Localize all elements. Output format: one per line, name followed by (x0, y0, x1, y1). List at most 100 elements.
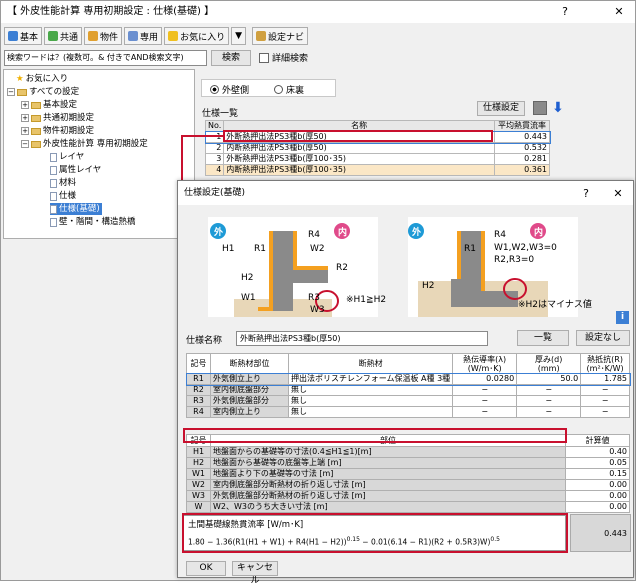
table-row[interactable]: R1 外気側立上り 押出法ポリスチレンフォーム保温板 A種 3種 0.0280 50.0… (185, 372, 631, 386)
table-row[interactable]: H2 地盤面から基礎等の底盤等上端 [m] 0.05 (186, 457, 630, 469)
tree-item-basic[interactable]: + 基本設定 (21, 99, 77, 111)
label-r1: R1 (254, 244, 266, 254)
tree-item-common[interactable]: + 共通初期設定 (21, 112, 94, 124)
cancel-button[interactable]: キャンセル (232, 561, 278, 586)
label-r-zero: R2,R3=0 (494, 255, 535, 265)
navi-icon (256, 31, 266, 41)
table-row[interactable]: W2 室内側底盤部分断熱材の折り返し寸法 [m] 0.00 (186, 479, 630, 491)
table-row[interactable]: W1 地盤面より下の基礎等の寸法 [m] 0.15 (186, 468, 630, 480)
label-r1-b: R1 (464, 244, 476, 254)
outer-badge-2: 外 (412, 228, 422, 238)
label-w1: W1 (241, 293, 256, 303)
ok-button[interactable]: OK (186, 561, 226, 576)
highlight-row (223, 130, 493, 142)
detail-search-checkbox[interactable]: 詳細検索 (259, 51, 308, 64)
table-row[interactable]: 2 内断熱押出法PS3種b(厚50) 0.532 (204, 142, 550, 154)
tree-item-wall-floor[interactable]: 壁・階間・構造熱橋 (50, 216, 136, 228)
collapse-icon[interactable]: − (21, 140, 29, 148)
inner-badge-2: 内 (534, 228, 544, 238)
insulation-table: 記号 断熱材部位 断熱材 熱伝導率(λ) (W/m･K) 厚み(d) (mm) … (185, 353, 631, 418)
label-r2: R2 (336, 263, 348, 273)
spec-list-title: 仕様一覧 (202, 109, 239, 119)
search-input[interactable]: 検索ワードは？(複数可。& 付きでAND検索文字) (4, 50, 207, 66)
folder-icon (31, 114, 41, 122)
table-row[interactable]: W W2、W3のうち大きい寸法 [m] 0.00 (186, 501, 630, 513)
basic-icon (8, 31, 18, 41)
label-h2: H2 (241, 273, 254, 283)
search-button[interactable]: 検索 (211, 50, 251, 66)
table-row[interactable]: W3 外気側底盤部分断熱材の折り返し寸法 [m] 0.00 (186, 490, 630, 502)
side-toggle: 外壁側 床裏 (201, 79, 336, 97)
tree-item-spec[interactable]: 仕様 (50, 190, 76, 202)
spec-settings-button[interactable]: 仕様設定 (477, 101, 525, 116)
spec-name-input[interactable]: 外断熱押出法PS3種b(厚50) (236, 331, 488, 346)
tree-item-favorites[interactable]: ★ お気に入り (16, 73, 68, 85)
folder-icon (17, 88, 27, 96)
window-title-bar: 【 外皮性能計算 専用初期設定 : 仕様(基礎) 】 ? ✕ (1, 1, 635, 23)
page-icon (50, 178, 57, 188)
star-icon (168, 31, 179, 41)
toolbar: 基本 共通 物件 専用 お気に入り ▼ 設定ナビ (4, 27, 309, 45)
basic-button[interactable]: 基本 (4, 27, 43, 45)
tree-item-material[interactable]: 材料 (50, 177, 76, 189)
note-h2-negative: ※H2はマイナス値 (518, 300, 592, 310)
label-r3: R3 (308, 293, 320, 303)
dialog-title-bar: 仕様設定(基礎) ? ✕ (178, 181, 633, 205)
dialog-close-button[interactable]: ✕ (606, 182, 630, 204)
property-button[interactable]: 物件 (84, 27, 123, 45)
collapse-icon[interactable]: − (7, 88, 15, 96)
folder-icon (31, 127, 41, 135)
tree-item-all[interactable]: − すべての設定 (7, 86, 79, 98)
page-icon (50, 152, 57, 162)
label-w-zero: W1,W2,W3=0 (494, 243, 557, 253)
highlight-h2 (183, 428, 567, 443)
dialog-help-button[interactable]: ? (574, 182, 598, 204)
tree-item-property[interactable]: + 物件初期設定 (21, 125, 94, 137)
label-r4-b: R4 (494, 230, 506, 240)
favorites-dropdown[interactable]: ▼ (231, 27, 246, 45)
table-row[interactable]: R2 室内側底盤部分 無し − − − (186, 384, 630, 396)
tree-item-attr-layer[interactable]: 属性レイヤ (50, 164, 101, 176)
table-row[interactable]: H1 地盤面からの基礎等の寸法(0.4≦H1≦1)[m] 0.40 (186, 446, 630, 458)
highlight-formula (182, 513, 568, 553)
radio-floor[interactable]: 床裏 (274, 83, 304, 96)
info-icon[interactable]: i (616, 311, 629, 324)
radio-selected-icon (210, 85, 219, 94)
help-button[interactable]: ? (553, 1, 577, 23)
common-button[interactable]: 共通 (44, 27, 83, 45)
page-icon (50, 191, 57, 201)
gray-square-icon[interactable] (533, 101, 547, 115)
dedicated-button[interactable]: 専用 (124, 27, 163, 45)
label-w2: W2 (310, 244, 325, 254)
expand-icon[interactable]: + (21, 101, 29, 109)
outer-badge: 外 (214, 228, 224, 238)
note-h1-h2: ※H1≧H2 (346, 295, 387, 305)
label-r4: R4 (308, 230, 320, 240)
inner-badge: 内 (338, 228, 348, 238)
favorites-button[interactable]: お気に入り (164, 27, 230, 45)
close-button[interactable]: ✕ (607, 1, 631, 23)
folder-icon (31, 101, 41, 109)
tree-item-spec-foundation[interactable]: 仕様(基礎) (50, 203, 102, 215)
navi-button[interactable]: 設定ナビ (252, 27, 309, 45)
radio-outer[interactable]: 外壁側 (210, 83, 249, 96)
page-icon (50, 165, 57, 175)
table-row[interactable]: 4 内断熱押出法PS3種b(厚100･35) 0.361 (204, 164, 550, 176)
expand-icon[interactable]: + (21, 127, 29, 135)
settings-tree: ★ お気に入り − すべての設定 + 基本設定 + 共通初期設定 + 物件初期設定 − 外皮… (3, 69, 195, 239)
arrow-down-icon[interactable]: ⬇ (551, 100, 565, 116)
tree-item-layer[interactable]: レイヤ (50, 151, 84, 163)
page-icon (50, 217, 57, 227)
formula-result: 0.443 (570, 514, 631, 552)
table-row[interactable]: 3 外断熱押出法PS3種b(厚100･35) 0.281 (204, 153, 550, 165)
none-button[interactable]: 設定なし (576, 330, 630, 346)
tree-item-envelope[interactable]: − 外皮性能計算 専用初期設定 (21, 138, 148, 150)
label-h1: H1 (222, 244, 235, 254)
table-row[interactable]: R3 外気側底盤部分 無し − − − (186, 395, 630, 407)
list-button[interactable]: 一覧 (517, 330, 569, 346)
common-icon (48, 31, 59, 41)
expand-icon[interactable]: + (21, 114, 29, 122)
table-row[interactable]: R4 室内側立上り 無し − − − (186, 406, 630, 418)
star-icon: ★ (16, 74, 24, 84)
window-title: 【 外皮性能計算 専用初期設定 : 仕様(基礎) 】 (7, 6, 215, 17)
